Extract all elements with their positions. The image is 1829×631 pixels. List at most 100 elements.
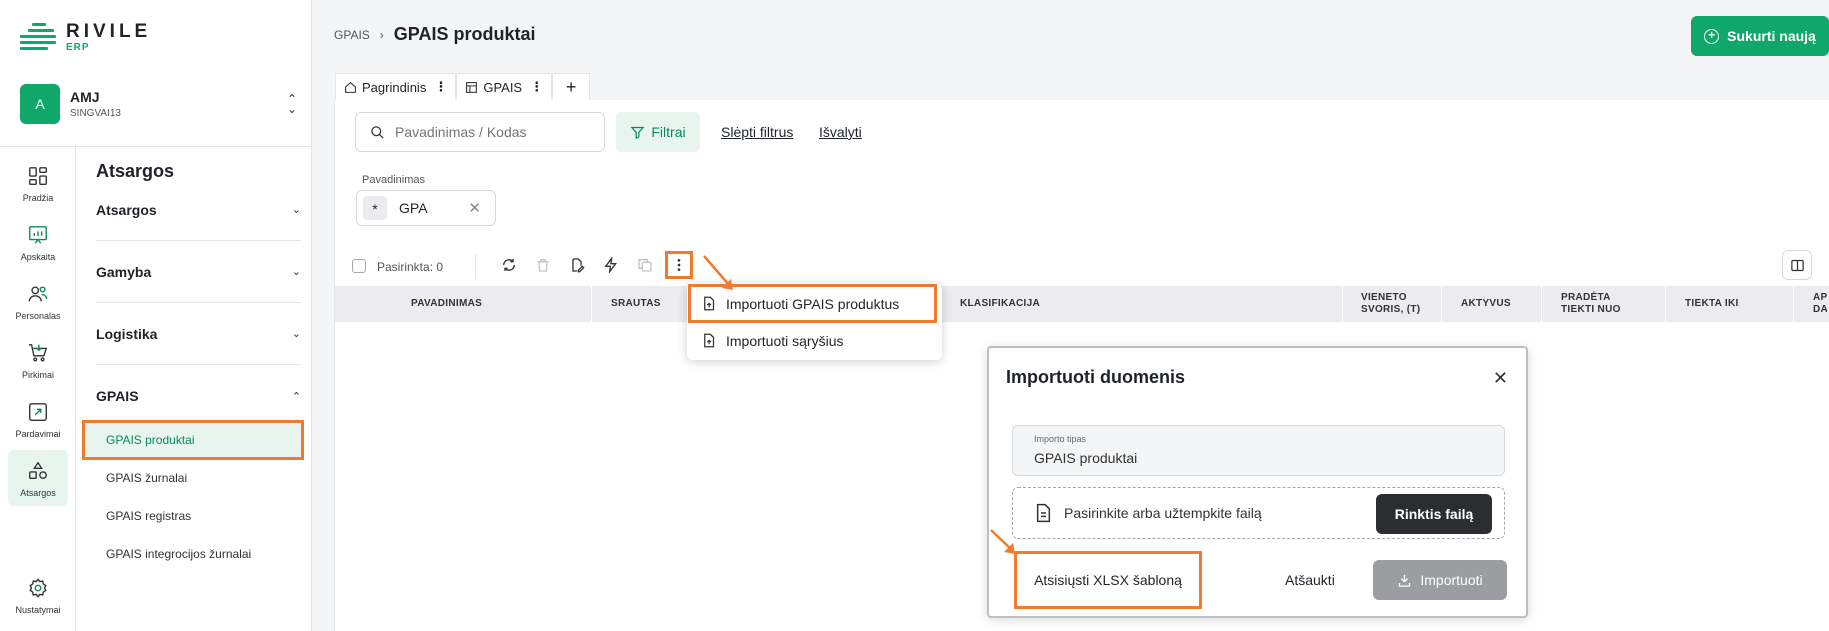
column-header[interactable]: PRADĖTA TIEKTI NUO: [1561, 286, 1641, 322]
divider: [591, 286, 592, 322]
file-edit-icon[interactable]: [566, 254, 588, 276]
search-box[interactable]: [355, 112, 605, 152]
file-dropzone[interactable]: Pasirinkite arba užtempkite failą Rinkti…: [1012, 487, 1505, 539]
trash-icon[interactable]: [532, 254, 554, 276]
columns-icon: [1790, 259, 1804, 271]
filter-chip[interactable]: * GPA ✕: [356, 190, 496, 226]
import-button-label: Importuoti: [1420, 572, 1483, 588]
column-header[interactable]: VIENETO SVORIS, (T): [1361, 286, 1431, 322]
nav-group-label: Atsargos: [96, 201, 157, 218]
rail-item-nustatymai[interactable]: Nustatymai: [8, 567, 68, 623]
kebab-icon[interactable]: ⋮: [530, 79, 543, 95]
company-switcher[interactable]: A AMJ SINGVAI13 ⌃ ⌄: [20, 84, 300, 124]
column-header[interactable]: TIEKTA IKI: [1685, 286, 1739, 322]
nav-item-gpais-zurnalai[interactable]: GPAIS žurnalai: [85, 461, 301, 495]
cancel-button[interactable]: Atšaukti: [1285, 572, 1335, 588]
filter-operator[interactable]: *: [363, 196, 387, 220]
chevron-right-icon: ›: [379, 27, 384, 42]
table-icon: [466, 81, 478, 93]
file-upload-icon: [704, 333, 715, 348]
search-input[interactable]: [395, 124, 585, 140]
column-layout-button[interactable]: [1782, 250, 1812, 280]
tab-label: Pagrindinis: [362, 79, 427, 95]
annotation-arrow: [703, 255, 733, 290]
rail-item-pradzia[interactable]: Pradžia: [8, 155, 68, 211]
breadcrumb: GPAIS › GPAIS produktai: [334, 24, 535, 45]
hide-filters-link[interactable]: Slėpti filtrus: [721, 124, 793, 140]
nav-item-gpais-integracijos[interactable]: GPAIS integrocijos žurnalai: [85, 537, 301, 571]
rail-item-apskaita[interactable]: Apskaita: [8, 214, 68, 270]
choose-file-button[interactable]: Rinktis failą: [1376, 494, 1492, 534]
file-document-icon: [1036, 503, 1051, 523]
divider: [475, 254, 476, 278]
import-dialog: Importuoti duomenis ✕ Importo tipas GPAI…: [987, 346, 1528, 618]
tab-pagrindinis[interactable]: Pagrindinis ⋮: [335, 73, 457, 100]
rail-label: Pardavimai: [15, 429, 61, 439]
close-icon[interactable]: ✕: [1493, 368, 1508, 389]
refresh-icon[interactable]: [498, 254, 520, 276]
nav-group-gamyba[interactable]: Gamyba ⌄: [96, 241, 301, 303]
rail-item-personalas[interactable]: Personalas: [8, 273, 68, 329]
filter-value[interactable]: GPA: [399, 200, 468, 216]
nav-group-logistika[interactable]: Logistika ⌄: [96, 303, 301, 365]
kebab-icon[interactable]: ⋮: [434, 79, 447, 95]
column-header[interactable]: AP DA: [1813, 286, 1827, 322]
chevron-down-icon: ⌄: [291, 204, 301, 216]
menu-item-label: Importuoti GPAIS produktus: [726, 295, 900, 312]
more-actions-icon[interactable]: [665, 251, 693, 279]
column-header[interactable]: PAVADINIMAS: [411, 286, 482, 322]
rail-item-pirkimai[interactable]: Pirkimai: [8, 332, 68, 388]
rail-label: Personalas: [15, 311, 61, 321]
rail-label: Apskaita: [20, 252, 56, 262]
filter-button-label: Filtrai: [651, 124, 686, 140]
column-header[interactable]: KLASIFIKACIJA: [960, 286, 1040, 322]
rail-label: Nustatymai: [15, 605, 61, 615]
module-rail: Pradžia Apskaita Personalas Pirkimai Par…: [0, 147, 76, 631]
close-icon[interactable]: ✕: [468, 199, 481, 217]
chevron-updown-icon[interactable]: ⌃ ⌄: [284, 93, 300, 115]
rail-label: Pirkimai: [21, 370, 54, 380]
column-header[interactable]: SRAUTAS: [611, 286, 661, 322]
chart-board-icon: [29, 226, 47, 244]
create-new-button[interactable]: + Sukurti naują: [1691, 16, 1829, 56]
menu-item-label: Importuoti sąryšius: [726, 332, 844, 349]
add-tab-button[interactable]: +: [552, 73, 591, 100]
field-value: GPAIS produktai: [1034, 450, 1138, 466]
nav-item-gpais-registras[interactable]: GPAIS registras: [85, 499, 301, 533]
company-code: SINGVAI13: [70, 108, 121, 119]
brand-sub: ERP: [66, 42, 90, 53]
clear-filters-link[interactable]: Išvalyti: [819, 124, 862, 140]
rail-item-pardavimai[interactable]: Pardavimai: [8, 391, 68, 447]
tab-gpais[interactable]: GPAIS ⋮: [456, 73, 553, 100]
table-header: PAVADINIMAS SRAUTAS KLASIFIKACIJA VIENET…: [335, 286, 1829, 322]
nav-group-gpais[interactable]: GPAIS ⌃: [96, 365, 301, 427]
table-toolbar: Pasirinkta: 0: [335, 246, 1829, 286]
import-button[interactable]: Importuoti: [1373, 560, 1507, 600]
logo-icon: [20, 22, 56, 53]
column-header[interactable]: AKTYVUS: [1461, 286, 1511, 322]
copy-icon[interactable]: [634, 254, 656, 276]
search-icon: [371, 125, 384, 139]
nav-group-label: Gamyba: [96, 263, 152, 280]
cart-icon: [28, 344, 48, 362]
download-template-button[interactable]: Atsisiųsti XLSX šabloną: [1014, 551, 1202, 609]
nav-item-gpais-produktai[interactable]: GPAIS produktai: [82, 420, 304, 460]
lightning-icon[interactable]: [600, 254, 622, 276]
nav-group-label: Logistika: [96, 325, 158, 342]
plus-circle-icon: +: [1704, 28, 1720, 44]
rail-label: Atsargos: [20, 488, 56, 498]
dropzone-text: Pasirinkite arba užtempkite failą: [1064, 505, 1262, 521]
select-all-checkbox[interactable]: [352, 259, 366, 273]
nav-group-atsargos[interactable]: Atsargos ⌄: [96, 179, 301, 241]
annotation-arrow: [990, 529, 1015, 554]
divider: [1342, 286, 1343, 322]
chevron-up-icon: ⌃: [291, 390, 301, 403]
rail-item-atsargos[interactable]: Atsargos: [8, 450, 68, 506]
rivile-logo[interactable]: RIVILE ERP: [20, 22, 151, 53]
nav-group-label: GPAIS: [96, 388, 139, 404]
import-type-field[interactable]: Importo tipas GPAIS produktai: [1012, 425, 1505, 476]
menu-item-import-relations[interactable]: Importuoti sąryšius: [691, 324, 934, 357]
shapes-icon: [29, 461, 47, 480]
filter-button[interactable]: Filtrai: [616, 112, 700, 152]
breadcrumb-root[interactable]: GPAIS: [334, 28, 370, 42]
